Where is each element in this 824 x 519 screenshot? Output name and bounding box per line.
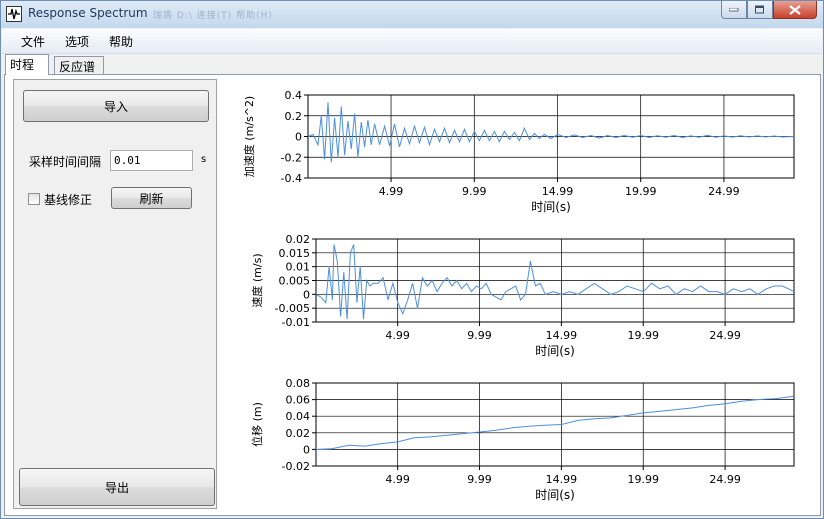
interval-input[interactable]: 0.01 (110, 150, 193, 171)
chart-3-y-tick-label: 0.02 (286, 427, 311, 440)
app-waveform-icon (6, 6, 22, 22)
chart-3-x-tick-label: 19.99 (627, 473, 659, 486)
chart-1-x-tick-label: 9.99 (462, 185, 487, 198)
close-button[interactable] (773, 1, 817, 19)
chart-3-y-axis-label: 位移 (m) (250, 402, 264, 447)
chart-2-x-tick-label: 24.99 (709, 329, 741, 342)
tab-response-spectrum[interactable]: 反应谱 (54, 56, 104, 74)
chart-1-y-tick-label: 0.2 (285, 110, 303, 123)
title-bar[interactable]: Response Spectrum 瑞盾 D:\ 连接(T) 帮助(H) (1, 1, 823, 28)
maximize-button[interactable] (747, 1, 773, 19)
menu-options[interactable]: 选项 (65, 33, 89, 50)
chart-2-x-tick-label: 19.99 (627, 329, 659, 342)
chart-3-y-tick-label: 0 (303, 443, 310, 456)
chart-1-x-tick-label: 4.99 (379, 185, 404, 198)
window-ghost-title: 瑞盾 D:\ 连接(T) 帮助(H) (153, 11, 273, 21)
maximize-icon (755, 5, 764, 13)
refresh-button[interactable]: 刷新 (111, 187, 192, 209)
chart-2-y-tick-label: 0.02 (286, 233, 311, 246)
tab-page-time-history: 导入 采样时间间隔 0.01 s 基线修正 刷新 导出 -0.4 -0.2 0 0.2… (4, 74, 821, 516)
baseline-checkbox[interactable] (28, 193, 40, 205)
control-panel: 导入 采样时间间隔 0.01 s 基线修正 刷新 导出 (13, 79, 217, 509)
chart-2-y-tick-label: 0.015 (279, 247, 311, 260)
charts-area: -0.4 -0.2 0 0.2 0.4 4.99 9.99 14.99 19.99 24.99 时间… (242, 89, 795, 502)
chart-1-x-tick-label: 24.99 (708, 185, 740, 198)
app-window: Response Spectrum 瑞盾 D:\ 连接(T) 帮助(H) 文件 … (0, 0, 824, 519)
chart-2-y-tick-label: -0.005 (275, 302, 310, 315)
tab-time-history[interactable]: 时程 (5, 54, 49, 75)
baseline-label: 基线修正 (44, 193, 93, 207)
chart-1-y-axis-label: 加速度 (m/s^2) (242, 96, 256, 177)
chart-2-y-tick-label: 0 (303, 288, 310, 301)
chart-2-x-tick-label: 9.99 (467, 329, 492, 342)
chart-1-x-axis-label: 时间(s) (531, 200, 571, 214)
chart-2-x-axis-label: 时间(s) (535, 344, 575, 358)
chart-3-x-tick-label: 24.99 (709, 473, 741, 486)
minimize-icon (729, 7, 739, 11)
chart-1-x-tick-label: 19.99 (625, 185, 657, 198)
chart-3-x-tick-label: 9.99 (467, 473, 492, 486)
chart-3-x-axis-label: 时间(s) (535, 488, 575, 502)
chart-2-x-tick-label: 14.99 (546, 329, 578, 342)
import-button[interactable]: 导入 (23, 90, 209, 122)
chart-2-y-tick-label: 0.01 (286, 261, 311, 274)
chart-3-y-tick-label: -0.02 (282, 460, 310, 473)
chart-2-y-tick-label: 0.005 (279, 275, 311, 288)
menu-file[interactable]: 文件 (21, 33, 45, 50)
menu-bar: 文件 选项 帮助 (2, 29, 822, 54)
chart-3-y-tick-label: 0.08 (286, 377, 311, 390)
export-button[interactable]: 导出 (19, 468, 215, 506)
chart-1-y-tick-label: -0.2 (281, 151, 302, 164)
chart-1-x-tick-label: 14.99 (542, 185, 574, 198)
chart-2-y-tick-label: -0.01 (282, 316, 310, 329)
window-title: Response Spectrum (28, 6, 148, 20)
chart-3-x-tick-label: 14.99 (546, 473, 578, 486)
chart-1-y-tick-label: 0 (295, 131, 302, 144)
chart-3-x-tick-label: 4.99 (385, 473, 410, 486)
chart-2-x-tick-label: 4.99 (385, 329, 410, 342)
chart-1-y-tick-label: -0.4 (281, 172, 302, 185)
menu-help[interactable]: 帮助 (109, 33, 133, 50)
minimize-button[interactable] (721, 1, 747, 19)
interval-label: 采样时间间隔 (29, 155, 102, 169)
tab-strip: 时程 反应谱 (2, 54, 822, 75)
close-icon (789, 4, 801, 15)
chart-1-y-tick-label: 0.4 (285, 89, 303, 102)
chart-3-y-tick-label: 0.06 (286, 394, 311, 407)
chart-3-y-tick-label: 0.04 (286, 410, 311, 423)
interval-unit: s (201, 154, 207, 165)
chart-2-y-axis-label: 速度 (m/s) (250, 253, 264, 307)
